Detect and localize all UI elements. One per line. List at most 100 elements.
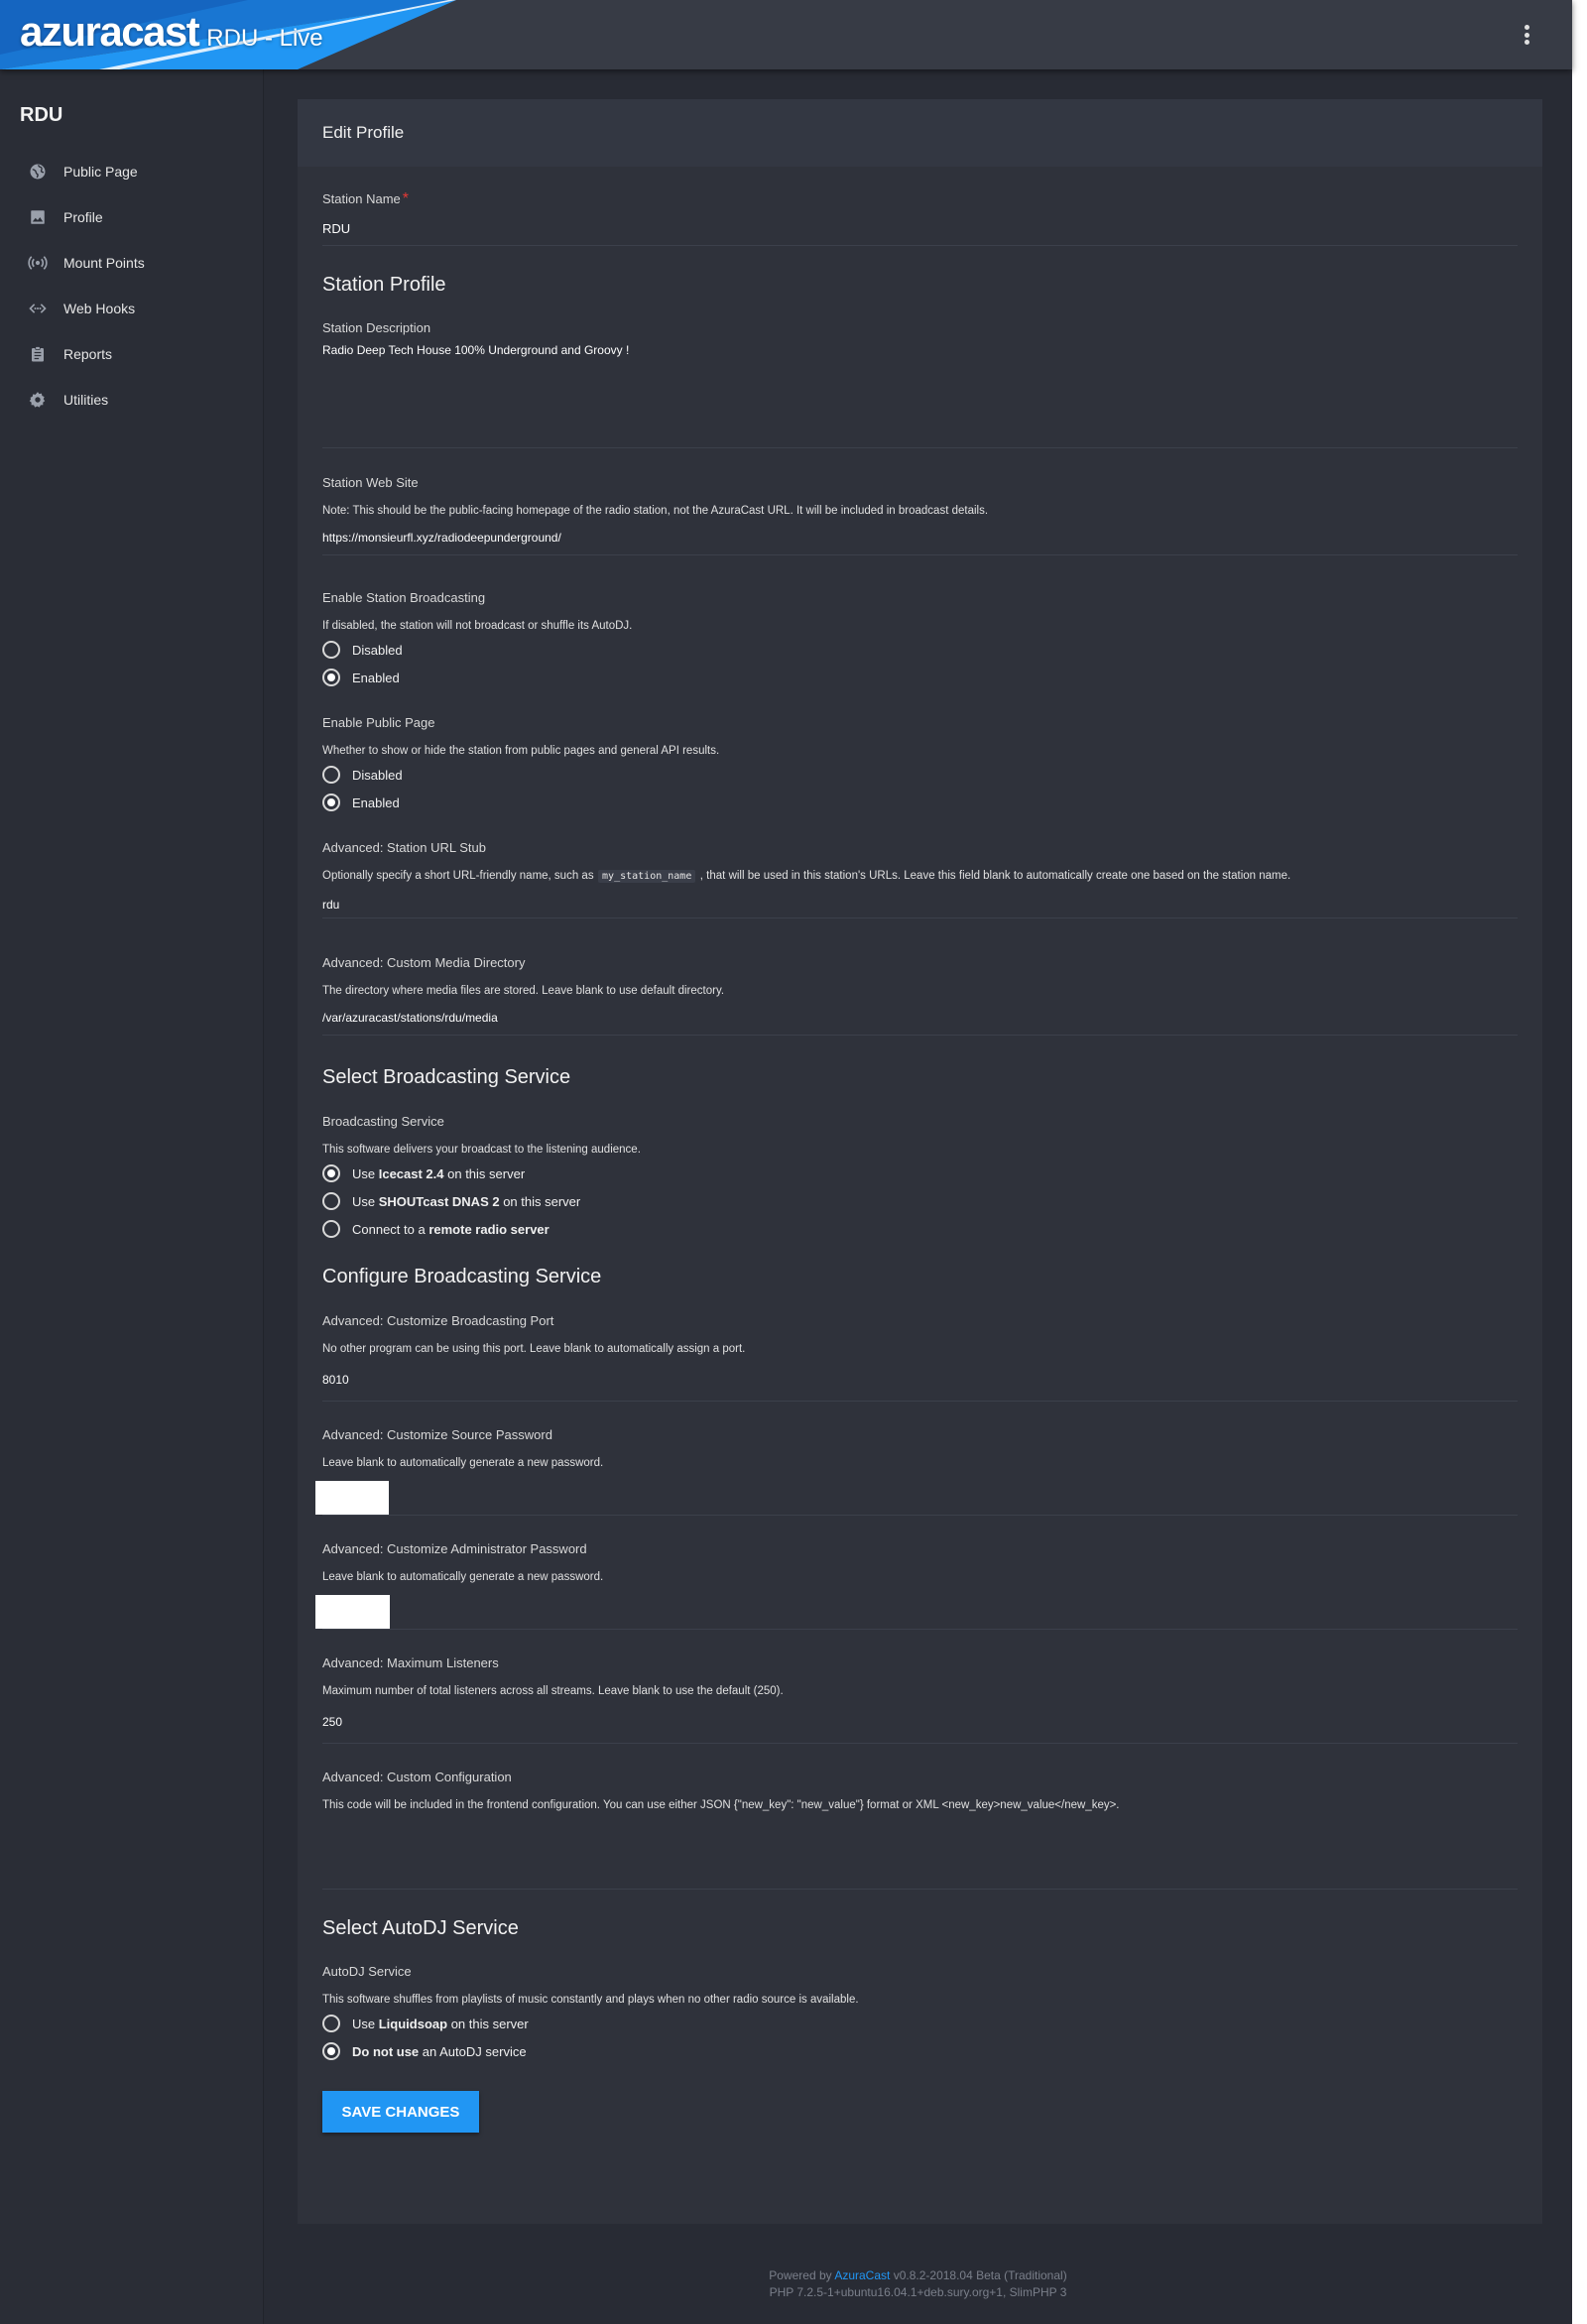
radio-label: Use Liquidsoap on this server — [352, 2016, 529, 2031]
url-stub-help-code: my_station_name — [598, 870, 696, 883]
form-body: Station Name * RDU Station Profile Statio… — [298, 167, 1542, 2224]
section-station-profile: Station Profile — [322, 274, 446, 296]
max-listeners-help-text: Maximum number of total listeners across… — [322, 1685, 784, 1697]
broadcast-option-icecast[interactable]: Use Icecast 2.4 on this server — [322, 1164, 525, 1182]
page-edge — [1572, 0, 1587, 2324]
sidebar-item-public-page[interactable]: Public Page — [0, 149, 264, 194]
station-website-help: Note: This should be the public-facing h… — [322, 501, 1518, 519]
public-page-option-enabled[interactable]: Enabled — [322, 794, 400, 811]
sidebar-station-name: RDU — [20, 104, 63, 126]
radio-label: Enabled — [352, 795, 400, 810]
radio-label: Use Icecast 2.4 on this server — [352, 1165, 526, 1181]
sidebar: RDU Public Page Profile Mount Points Web… — [0, 69, 264, 2324]
broadcast-service-help: This software delivers your broadcast to… — [322, 1140, 1518, 1158]
brand[interactable]: azuracast RDU - Live — [20, 8, 323, 56]
sidebar-item-label: Web Hooks — [63, 301, 136, 316]
station-website-label-text: Station Web Site — [322, 475, 419, 490]
footer: Powered by AzuraCast v0.8.2-2018.04 Beta… — [264, 2267, 1572, 2301]
broadcast-option-shoutcast[interactable]: Use SHOUTcast DNAS 2 on this server — [322, 1192, 580, 1210]
broadcast-option-remote[interactable]: Connect to a remote radio server — [322, 1220, 549, 1238]
radio-checked-icon[interactable] — [322, 1164, 340, 1182]
sidebar-item-label: Public Page — [63, 164, 138, 180]
source-password-help: Leave blank to automatically generate a … — [322, 1453, 1518, 1471]
custom-config-help-text: This code will be included in the fronte… — [322, 1799, 1120, 1811]
radio-checked-icon[interactable] — [322, 2042, 340, 2060]
panel-title: Edit Profile — [298, 99, 1542, 167]
more-vert-icon[interactable] — [1521, 22, 1532, 48]
footer-azuracast-link[interactable]: AzuraCast — [834, 2268, 890, 2282]
sidebar-item-label: Mount Points — [63, 255, 145, 271]
edit-profile-panel: Edit Profile Station Name * RDU Station P… — [298, 99, 1542, 2224]
radio-unchecked-icon[interactable] — [322, 1220, 340, 1238]
port-help: No other program can be using this port.… — [322, 1339, 1518, 1357]
sidebar-item-reports[interactable]: Reports — [0, 331, 264, 377]
port-value: 8010 — [322, 1373, 349, 1387]
station-description-textarea[interactable]: Radio Deep Tech House 100% Underground a… — [322, 341, 1518, 448]
admin-password-label: Advanced: Customize Administrator Passwo… — [322, 1540, 1518, 1558]
sidebar-nav: Public Page Profile Mount Points Web Hoo… — [0, 149, 264, 423]
source-password-label: Advanced: Customize Source Password — [322, 1426, 1518, 1444]
broadcasting-help-text: If disabled, the station will not broadc… — [322, 620, 633, 632]
public-page-option-disabled[interactable]: Disabled — [322, 766, 403, 784]
sidebar-item-label: Profile — [63, 209, 103, 225]
image-icon — [28, 207, 48, 227]
radio-checked-icon[interactable] — [322, 794, 340, 811]
radio-unchecked-icon[interactable] — [322, 1192, 340, 1210]
port-help-text: No other program can be using this port.… — [322, 1343, 746, 1355]
station-website-input[interactable]: https://monsieurfl.xyz/radiodeepundergro… — [322, 522, 1518, 555]
media-dir-label: Advanced: Custom Media Directory — [322, 954, 1518, 972]
public-page-help: Whether to show or hide the station from… — [322, 741, 1518, 759]
broadcasting-option-enabled[interactable]: Enabled — [322, 669, 400, 686]
footer-version: v0.8.2-2018.04 Beta (Traditional) — [893, 2268, 1067, 2282]
sidebar-item-web-hooks[interactable]: Web Hooks — [0, 286, 264, 331]
public-page-label-text: Enable Public Page — [322, 715, 435, 730]
radio-unchecked-icon[interactable] — [322, 2015, 340, 2032]
port-input[interactable]: 8010 — [322, 1360, 1518, 1402]
port-label-text: Advanced: Customize Broadcasting Port — [322, 1313, 554, 1328]
clipboard-icon — [28, 344, 48, 364]
url-stub-value: rdu — [322, 898, 340, 912]
sidebar-item-mount-points[interactable]: Mount Points — [0, 240, 264, 286]
autodj-option-none[interactable]: Do not use an AutoDJ service — [322, 2042, 527, 2060]
broadcasting-option-disabled[interactable]: Disabled — [322, 641, 403, 659]
radio-label: Use SHOUTcast DNAS 2 on this server — [352, 1193, 581, 1209]
radio-checked-icon[interactable] — [322, 669, 340, 686]
top-app-bar: azuracast RDU - Live — [0, 0, 1572, 69]
admin-password-input[interactable] — [322, 1586, 1518, 1630]
max-listeners-label: Advanced: Maximum Listeners — [322, 1654, 1518, 1672]
broadcasting-help: If disabled, the station will not broadc… — [322, 616, 1518, 634]
media-dir-help-text: The directory where media files are stor… — [322, 985, 725, 997]
broadcast-icon — [28, 253, 48, 273]
radio-unchecked-icon[interactable] — [322, 641, 340, 659]
sidebar-item-profile[interactable]: Profile — [0, 194, 264, 240]
radio-label: Do not use an AutoDJ service — [352, 2043, 527, 2059]
station-name-input[interactable]: RDU — [322, 214, 1518, 246]
station-description-label: Station Description — [322, 319, 1518, 337]
port-label: Advanced: Customize Broadcasting Port — [322, 1312, 1518, 1330]
radio-unchecked-icon[interactable] — [322, 766, 340, 784]
broadcast-service-label: Broadcasting Service — [322, 1113, 1518, 1131]
station-name-label: Station Name — [322, 191, 401, 206]
save-changes-button[interactable]: SAVE CHANGES — [322, 2091, 479, 2133]
section-select-autodj: Select AutoDJ Service — [322, 1917, 519, 1939]
public-page-help-text: Whether to show or hide the station from… — [322, 745, 720, 757]
max-listeners-input[interactable]: 250 — [322, 1702, 1518, 1744]
sidebar-item-utilities[interactable]: Utilities — [0, 377, 264, 423]
public-page-label: Enable Public Page — [322, 714, 1518, 732]
source-password-input[interactable] — [322, 1472, 1518, 1516]
custom-config-label: Advanced: Custom Configuration — [322, 1769, 1518, 1786]
radio-label: Enabled — [352, 670, 400, 685]
gear-icon — [28, 390, 48, 410]
admin-password-label-text: Advanced: Customize Administrator Passwo… — [322, 1541, 587, 1556]
custom-config-textarea[interactable] — [322, 1813, 1518, 1890]
admin-password-help: Leave blank to automatically generate a … — [322, 1567, 1518, 1585]
station-title: RDU - Live — [206, 25, 323, 52]
brand-logo[interactable]: azuracast — [20, 8, 200, 56]
url-stub-input[interactable]: rdu — [322, 885, 1518, 918]
autodj-option-liquidsoap[interactable]: Use Liquidsoap on this server — [322, 2015, 529, 2032]
media-dir-input[interactable]: /var/azuracast/stations/rdu/media — [322, 1002, 1518, 1036]
sidebar-item-label: Utilities — [63, 392, 109, 408]
required-mark: * — [402, 190, 409, 207]
radio-label: Connect to a remote radio server — [352, 1221, 549, 1237]
section-select-broadcasting: Select Broadcasting Service — [322, 1066, 571, 1088]
